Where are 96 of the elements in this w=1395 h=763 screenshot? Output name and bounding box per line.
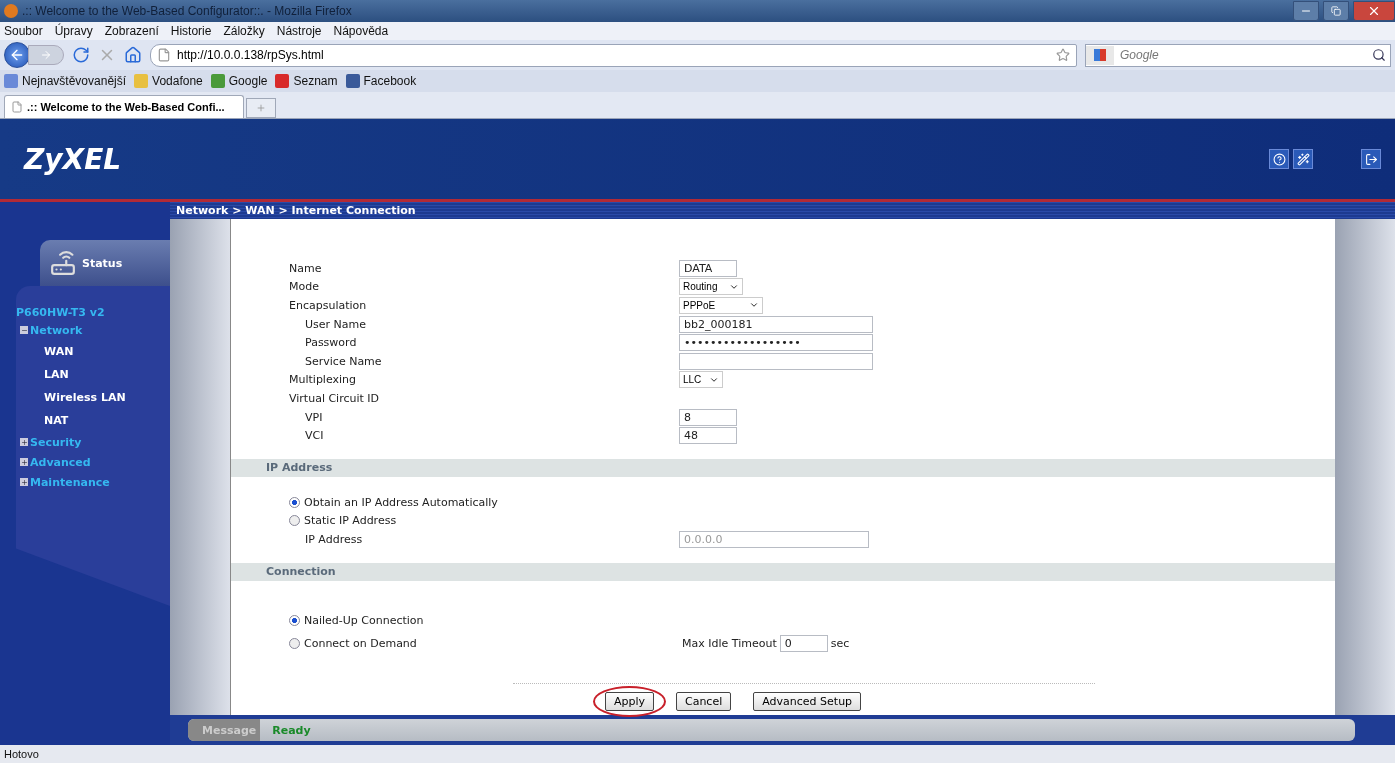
input-field[interactable] [679,352,873,370]
search-field[interactable]: Google [1085,43,1391,67]
action-button[interactable]: Apply [604,691,654,711]
wand-icon[interactable] [1293,149,1313,169]
field-label: Service Name [304,354,383,368]
help-icon[interactable] [1269,149,1289,169]
expand-icon[interactable] [20,438,28,446]
radio-option[interactable]: Obtain an IP Address Automatically [289,496,498,510]
section-title: IP Address [266,461,333,475]
field-label: Max Idle Timeout [682,636,777,650]
field-label: User Name [304,317,368,331]
input-field[interactable]: 0 [779,634,828,652]
radio-option[interactable]: Nailed-Up Connection [289,613,424,627]
window-title: .:: Welcome to the Web-Based Configurator::. - Mozilla Firefox [22,4,353,18]
restore-icon [1331,6,1341,16]
restore-button[interactable] [1323,1,1349,21]
bookmark-link[interactable]: Google [210,74,268,88]
expand-icon[interactable] [20,458,28,466]
dropdown[interactable]: PPPoE [679,297,763,314]
menu-item[interactable]: Zobrazení [104,24,159,38]
close-button[interactable] [1353,1,1395,21]
bookmark-link[interactable]: Seznam [275,74,338,88]
collapse-icon[interactable] [20,326,28,334]
input-field[interactable]: 48 [679,427,737,445]
dropdown[interactable]: Routing [679,278,743,296]
menu-item[interactable]: Záložky [223,24,265,38]
input-field[interactable]: bb2_000181 [679,315,873,333]
menu-item[interactable]: Historie [170,24,212,38]
minimize-button[interactable] [1293,1,1319,21]
browser-tab[interactable]: .:: Welcome to the Web-Based Confi... [4,95,244,118]
nav-item[interactable]: Maintenance [0,472,170,492]
page-icon [157,48,171,62]
bookmark-icon [134,74,149,88]
logout-icon[interactable] [1361,149,1381,169]
forward-arrow-icon [40,49,52,61]
dropdown[interactable]: LLC [679,371,723,389]
bookmark-icon [345,74,360,88]
device-model: P660HW-T3 v2 [16,306,106,320]
back-button[interactable] [4,42,30,68]
breadcrumb: Network > WAN > Internet Connection [175,204,416,217]
bookmark-icon [4,74,18,88]
field-label: Password [304,336,358,350]
radio-button[interactable] [289,637,300,649]
status-tab[interactable]: Status [40,240,170,286]
message-text: Ready [271,723,311,737]
bookmark-link[interactable]: Nejnavštěvovanější [4,74,127,88]
reload-button[interactable] [72,46,90,64]
browser-logo-icon [4,4,18,18]
message-label: Message [188,719,261,741]
field-label: Virtual Circuit ID [289,391,381,405]
radio-option[interactable]: Connect on Demand [289,636,679,650]
nav-item[interactable]: Advanced [0,452,170,472]
input-field[interactable]: 8 [679,408,737,426]
nav-item[interactable]: Security [0,432,170,452]
radio-button[interactable] [289,497,300,509]
menu-item[interactable]: Nápověda [333,24,389,38]
bookmark-icon [210,74,225,88]
nav-subitem[interactable]: NAT [0,409,170,432]
nav-item[interactable]: Network [0,320,170,340]
router-icon [50,250,76,276]
action-button[interactable]: Advanced Setup [753,691,862,711]
radio-button[interactable] [289,515,300,527]
unit-label: sec [830,636,850,650]
address-field[interactable]: http://10.0.0.138/rpSys.html [150,43,1077,67]
field-label: Multiplexing [289,373,358,387]
logo: ZyXEL [24,142,123,176]
input-field[interactable]: •••••••••••••••••• [679,334,873,352]
field-label: Encapsulation [289,299,368,312]
section-title: Connection [266,565,336,579]
star-icon[interactable] [1056,48,1070,62]
search-engine-icon[interactable] [1086,45,1114,65]
expand-icon[interactable] [20,478,28,486]
plus-icon [256,103,266,113]
status-text: Hotovo [4,748,39,760]
menu-item[interactable]: Úpravy [54,24,93,38]
nav-subitem[interactable]: LAN [0,363,170,386]
bookmark-link[interactable]: Facebook [345,74,417,88]
input-field[interactable]: DATA [679,259,737,277]
home-button[interactable] [124,46,142,64]
menu-item[interactable]: Soubor [4,24,43,38]
field-label: VCI [304,429,325,443]
bookmark-link[interactable]: Vodafone [134,74,203,88]
field-label: Mode [289,280,320,294]
nav-subitem[interactable]: Wireless LAN [0,386,170,409]
menu-item[interactable]: Nástroje [276,24,322,38]
field-label: VPI [304,410,324,424]
field-label: IP Address [304,532,364,546]
bookmark-icon [275,74,290,88]
radio-option[interactable]: Static IP Address [289,514,397,528]
radio-button[interactable] [289,614,300,626]
action-button[interactable]: Cancel [675,691,732,711]
nav-subitem[interactable]: WAN [0,340,170,363]
search-icon[interactable] [1372,48,1386,62]
close-icon [1367,4,1381,18]
field-label: Name [289,261,323,275]
page-icon [11,101,23,113]
